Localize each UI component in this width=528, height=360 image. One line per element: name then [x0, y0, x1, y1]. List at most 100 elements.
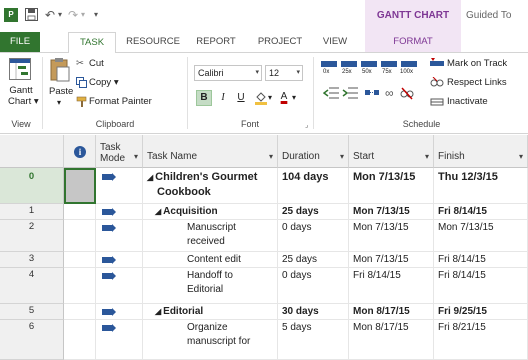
chevron-down-icon[interactable]: ▾	[519, 152, 523, 161]
mark-on-track-icon[interactable]	[430, 58, 444, 70]
cut-icon[interactable]: ✂	[76, 58, 84, 69]
split-task-icon[interactable]	[365, 86, 379, 100]
gantt-chart-icon[interactable]	[9, 58, 31, 80]
finish-cell[interactable]: Fri 8/14/15	[434, 204, 528, 220]
pct-0-icon[interactable]	[321, 61, 337, 67]
row-header[interactable]: 4	[0, 268, 64, 304]
font-family-select[interactable]: Calibri ▾	[194, 65, 262, 81]
start-column-header[interactable]: Start ▾	[349, 135, 434, 168]
tab-format[interactable]: FORMAT	[365, 32, 461, 52]
pct-75-icon[interactable]	[381, 61, 397, 67]
tab-project[interactable]: PROJECT	[250, 32, 310, 52]
indicator-cell[interactable]	[64, 268, 96, 304]
pct-100-icon[interactable]	[401, 61, 417, 67]
outdent-icon[interactable]	[323, 86, 339, 100]
row-header[interactable]: 1	[0, 204, 64, 220]
fill-color-dropdown-icon[interactable]: ▾	[268, 93, 272, 102]
row-header[interactable]: 6	[0, 320, 64, 360]
start-cell[interactable]: Mon 7/13/15	[349, 204, 434, 220]
task-name-cell[interactable]: Handoff to Editorial	[143, 268, 278, 304]
task-mode-column-header[interactable]: Task Mode ▾	[96, 135, 143, 168]
format-painter-button[interactable]: Format Painter	[89, 96, 152, 107]
task-name-cell[interactable]: Organize manuscript for	[143, 320, 278, 360]
indicator-cell[interactable]	[64, 304, 96, 320]
italic-button[interactable]: I	[215, 90, 231, 106]
paste-icon[interactable]	[49, 57, 71, 83]
task-name-column-header[interactable]: Task Name ▾	[143, 135, 278, 168]
task-name-cell[interactable]: Manuscript received	[143, 220, 278, 252]
start-cell[interactable]: Mon 7/13/15	[349, 252, 434, 268]
start-cell[interactable]: Mon 8/17/15	[349, 320, 434, 360]
copy-button[interactable]: Copy ▾	[89, 77, 119, 88]
font-size-select[interactable]: 12 ▾	[265, 65, 303, 81]
collapse-icon[interactable]: ◢	[155, 207, 161, 216]
tab-view[interactable]: VIEW	[316, 32, 354, 52]
font-color-dropdown-icon[interactable]: ▾	[292, 93, 296, 102]
indicator-cell[interactable]	[64, 204, 96, 220]
duration-cell[interactable]: 25 days	[278, 252, 349, 268]
duration-cell[interactable]: 25 days	[278, 204, 349, 220]
duration-cell[interactable]: 104 days	[278, 168, 349, 204]
task-mode-cell[interactable]	[96, 320, 143, 360]
task-mode-cell[interactable]	[96, 220, 143, 252]
task-name-cell[interactable]: ◢ Acquisition	[143, 204, 278, 220]
inactivate-button[interactable]: Inactivate	[447, 96, 488, 107]
finish-cell[interactable]: Fri 9/25/15	[434, 304, 528, 320]
start-cell[interactable]: Mon 8/17/15	[349, 304, 434, 320]
undo-dropdown-icon[interactable]: ▾	[58, 7, 62, 23]
dialog-launcher-icon[interactable]: ⌟	[305, 121, 308, 129]
chevron-down-icon[interactable]: ▾	[340, 152, 344, 161]
duration-cell[interactable]: 0 days	[278, 268, 349, 304]
start-cell[interactable]: Mon 7/13/15	[349, 168, 434, 204]
task-mode-cell[interactable]	[96, 252, 143, 268]
collapse-icon[interactable]: ◢	[147, 173, 153, 182]
finish-cell[interactable]: Thu 12/3/15	[434, 168, 528, 204]
row-header[interactable]: 2	[0, 220, 64, 252]
project-app-icon[interactable]: P	[4, 8, 18, 22]
task-mode-cell[interactable]	[96, 304, 143, 320]
cut-button[interactable]: Cut	[89, 58, 104, 69]
indicator-cell[interactable]	[64, 220, 96, 252]
mark-on-track-button[interactable]: Mark on Track	[447, 58, 507, 69]
chevron-down-icon[interactable]: ▾	[134, 152, 138, 161]
task-name-cell[interactable]: Content edit	[143, 252, 278, 268]
task-name-cell[interactable]: ◢ Children's Gourmet Cookbook	[143, 168, 278, 204]
respect-links-button[interactable]: Respect Links	[447, 77, 507, 88]
unlink-tasks-icon[interactable]	[400, 86, 414, 100]
link-tasks-icon[interactable]: ∞	[385, 86, 394, 100]
row-header[interactable]: 3	[0, 252, 64, 268]
save-icon[interactable]	[25, 8, 38, 21]
tab-file[interactable]: FILE	[0, 32, 40, 52]
collapse-icon[interactable]: ◢	[155, 307, 161, 316]
redo-icon[interactable]: ↷	[68, 7, 78, 23]
customize-qat-icon[interactable]: ▾	[94, 7, 98, 23]
duration-column-header[interactable]: Duration ▾	[278, 135, 349, 168]
fill-color-icon[interactable]	[254, 91, 268, 105]
duration-cell[interactable]: 5 days	[278, 320, 349, 360]
task-mode-cell[interactable]	[96, 204, 143, 220]
finish-cell[interactable]: Mon 7/13/15	[434, 220, 528, 252]
underline-button[interactable]: U	[233, 90, 249, 106]
tab-report[interactable]: REPORT	[190, 32, 242, 52]
indicators-column-header[interactable]: i	[64, 135, 96, 168]
paste-dropdown-icon[interactable]: ▾	[57, 98, 61, 107]
tab-resource[interactable]: RESOURCE	[122, 32, 184, 52]
copy-icon[interactable]	[76, 77, 87, 88]
indicator-cell[interactable]	[64, 168, 96, 204]
gantt-chart-button[interactable]: Gantt Chart ▾	[8, 85, 39, 107]
paste-button[interactable]: Paste	[49, 86, 73, 97]
finish-cell[interactable]: Fri 8/14/15	[434, 252, 528, 268]
respect-links-icon[interactable]	[430, 77, 444, 89]
inactivate-icon[interactable]	[430, 96, 444, 108]
task-mode-cell[interactable]	[96, 168, 143, 204]
indent-icon[interactable]	[342, 86, 358, 100]
pct-25-icon[interactable]	[341, 61, 357, 67]
chevron-down-icon[interactable]: ▾	[269, 152, 273, 161]
finish-cell[interactable]: Fri 8/21/15	[434, 320, 528, 360]
bold-button[interactable]: B	[196, 90, 212, 106]
task-name-cell[interactable]: ◢ Editorial	[143, 304, 278, 320]
chevron-down-icon[interactable]: ▾	[425, 152, 429, 161]
undo-icon[interactable]: ↶	[45, 7, 55, 23]
redo-dropdown-icon[interactable]: ▾	[81, 7, 85, 23]
finish-cell[interactable]: Fri 8/14/15	[434, 268, 528, 304]
